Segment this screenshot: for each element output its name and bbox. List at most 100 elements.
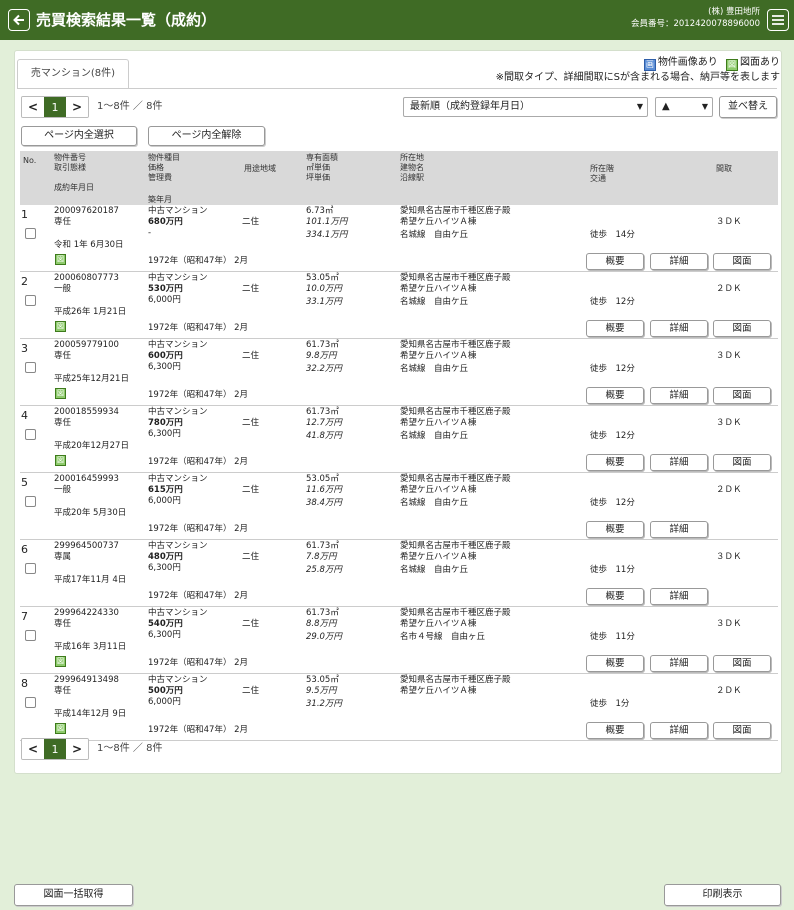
property-number: 200097620187 (54, 206, 119, 216)
back-button[interactable] (8, 9, 30, 31)
next-page-button[interactable]: > (66, 739, 88, 759)
summary-button[interactable]: 概要 (586, 454, 644, 471)
detail-button[interactable]: 詳細 (650, 320, 708, 337)
plan-available-icon: 図 (726, 59, 738, 71)
table-row: 3 200059779100 専任 平成25年12月21日図中古マンション 600万円 6… (20, 339, 778, 406)
property-number: 299964224330 (54, 608, 119, 618)
menu-button[interactable] (767, 9, 789, 31)
summary-button[interactable]: 概要 (586, 588, 644, 605)
sort-order-select[interactable]: 最新順（成約登録年月日） ▼ (403, 97, 648, 117)
row-checkbox[interactable] (25, 295, 36, 306)
address: 愛知県名古屋市千種区鹿子殿 (400, 206, 511, 216)
table-row: 6 299964500737 専属 平成17年11月 4日 中古マンション 480万円 6,… (20, 540, 778, 607)
access: 徒歩 12分 (590, 297, 635, 307)
access: 徒歩 12分 (590, 498, 635, 508)
header-line: 成約年月日 (54, 183, 94, 192)
row-checkbox[interactable] (25, 362, 36, 373)
col-built-header: 築年月 (148, 195, 172, 204)
col-area-header: 専有面積 ㎡単価 坪単価 (306, 153, 338, 183)
header-line: ㎡単価 (306, 163, 330, 172)
clear-all-button[interactable]: ページ内全解除 (148, 126, 265, 146)
row-checkbox[interactable] (25, 228, 36, 239)
price-per-m2: 9.5万円 (306, 686, 337, 696)
print-view-button[interactable]: 印刷表示 (664, 884, 781, 906)
summary-button[interactable]: 概要 (586, 253, 644, 270)
plan-button[interactable]: 図面 (713, 253, 771, 270)
summary-button[interactable]: 概要 (586, 655, 644, 672)
detail-button[interactable]: 詳細 (650, 722, 708, 739)
access: 徒歩 12分 (590, 364, 635, 374)
sort-button[interactable]: 並べ替え (719, 96, 777, 118)
plan-available-icon: 図 (55, 388, 66, 399)
plan-available-icon: 図 (55, 455, 66, 466)
access: 徒歩 1分 (590, 699, 630, 709)
plan-button[interactable]: 図面 (713, 655, 771, 672)
summary-button[interactable]: 概要 (586, 722, 644, 739)
layout: ２ＤＫ (716, 686, 742, 696)
summary-button[interactable]: 概要 (586, 387, 644, 404)
col-layout-header: 間取 (716, 164, 732, 173)
detail-button[interactable]: 詳細 (650, 655, 708, 672)
header-line: 坪単価 (306, 173, 330, 182)
header-line: 取引態様 (54, 163, 86, 172)
detail-button[interactable]: 詳細 (650, 387, 708, 404)
floor-area: 53.05㎡ (306, 273, 339, 283)
sort-direction-value: ▲ (662, 101, 670, 112)
contract-date: 平成20年12月27日 (54, 441, 129, 451)
page-title: 売買検索結果一覧（成約） (36, 11, 217, 29)
bulk-plan-download-button[interactable]: 図面一括取得 (14, 884, 133, 906)
detail-button[interactable]: 詳細 (650, 454, 708, 471)
zoning: 二住 (242, 686, 260, 696)
summary-button[interactable]: 概要 (586, 320, 644, 337)
prev-page-button[interactable]: < (22, 739, 44, 759)
floor-area: 53.05㎡ (306, 675, 339, 685)
contract-date: 平成14年12月 9日 (54, 709, 127, 719)
property-type: 中古マンション (148, 675, 208, 685)
contract-date: 平成26年 1月21日 (54, 307, 127, 317)
management-fee: 6,000円 (148, 295, 181, 305)
plan-button[interactable]: 図面 (713, 320, 771, 337)
next-page-button[interactable]: > (66, 97, 88, 117)
select-all-button[interactable]: ページ内全選択 (21, 126, 137, 146)
layout: ３ＤＫ (716, 552, 742, 562)
property-type: 中古マンション (148, 541, 208, 551)
plan-available-icon: 図 (55, 656, 66, 667)
row-checkbox[interactable] (25, 697, 36, 708)
sort-direction-select[interactable]: ▲ ▼ (655, 97, 713, 117)
plan-button[interactable]: 図面 (713, 722, 771, 739)
property-type: 中古マンション (148, 474, 208, 484)
plan-button[interactable]: 図面 (713, 387, 771, 404)
floor-area: 61.73㎡ (306, 340, 339, 350)
plan-available-icon: 図 (55, 321, 66, 332)
detail-button[interactable]: 詳細 (650, 253, 708, 270)
management-fee: 6,300円 (148, 429, 181, 439)
address: 愛知県名古屋市千種区鹿子殿 (400, 675, 511, 685)
summary-button[interactable]: 概要 (586, 521, 644, 538)
property-number: 200060807773 (54, 273, 119, 283)
row-checkbox[interactable] (25, 630, 36, 641)
current-page-button[interactable]: 1 (44, 739, 66, 759)
row-checkbox[interactable] (25, 496, 36, 507)
detail-button[interactable]: 詳細 (650, 521, 708, 538)
table-row: 1 200097620187 専任 令和 1年 6月30日図 中古マンション 680万円 -… (20, 205, 778, 272)
row-checkbox[interactable] (25, 563, 36, 574)
detail-button[interactable]: 詳細 (650, 588, 708, 605)
management-fee: - (148, 228, 152, 238)
plan-button[interactable]: 図面 (713, 454, 771, 471)
layout: ２ＤＫ (716, 485, 742, 495)
tab-mansion[interactable]: 売マンション(8件) (17, 59, 129, 89)
contract-date: 平成16年 3月11日 (54, 642, 127, 652)
price-per-m2: 7.8万円 (306, 552, 337, 562)
photo-available-icon: 画 (643, 59, 656, 71)
floor-area: 53.05㎡ (306, 474, 339, 484)
contract-date: 平成25年12月21日 (54, 374, 129, 384)
header-line: 沿線駅 (400, 173, 424, 182)
price: 530万円 (148, 284, 183, 294)
price: 680万円 (148, 217, 183, 227)
property-number: 299964913498 (54, 675, 119, 685)
row-checkbox[interactable] (25, 429, 36, 440)
dropdown-caret-icon: ▼ (636, 102, 643, 111)
pager-bottom: < 1 > (21, 738, 89, 760)
current-page-button[interactable]: 1 (44, 97, 66, 117)
prev-page-button[interactable]: < (22, 97, 44, 117)
